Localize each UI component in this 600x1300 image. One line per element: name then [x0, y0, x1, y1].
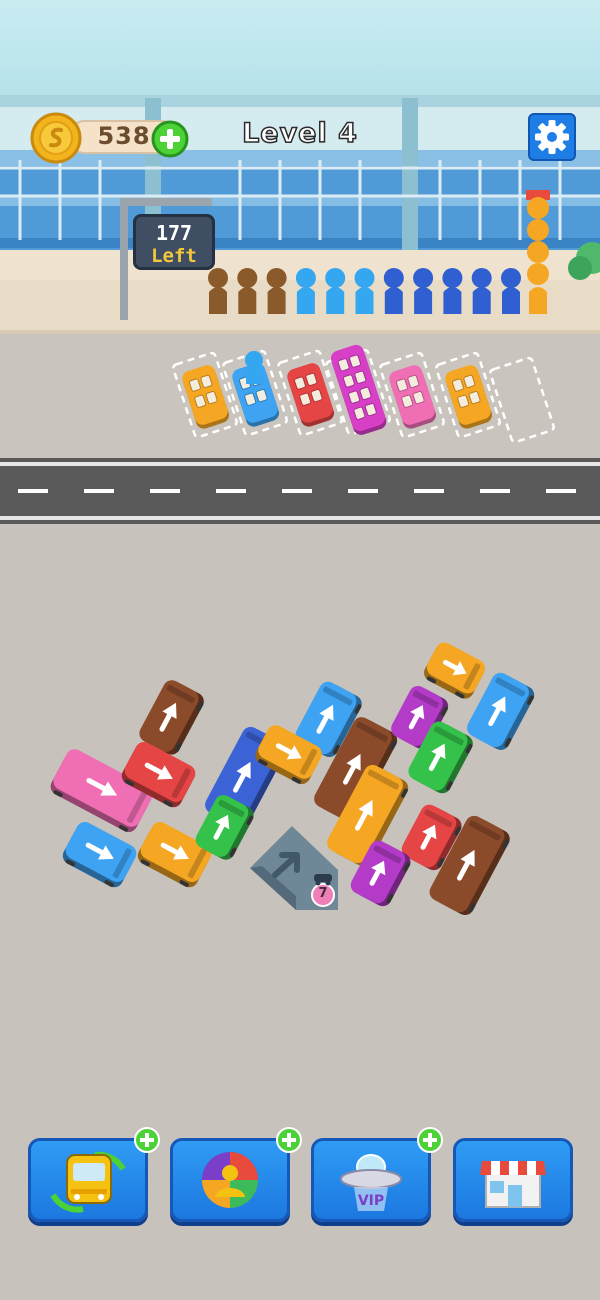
lane-dash	[414, 489, 444, 493]
passenger	[527, 219, 549, 241]
gear-icon	[535, 120, 569, 154]
coin-icon	[30, 112, 82, 164]
lane-dash	[18, 489, 48, 493]
passenger	[295, 268, 316, 314]
vip-label: VIP	[358, 1193, 384, 1209]
shop-icon	[480, 1161, 546, 1208]
passenger	[527, 263, 549, 285]
passenger	[208, 268, 228, 314]
passenger	[237, 268, 258, 314]
people-left-count: 177	[155, 221, 193, 245]
shuffle-colors-button[interactable]	[170, 1138, 290, 1222]
waiting-column	[526, 190, 550, 314]
game-scene	[0, 0, 600, 916]
passenger	[383, 268, 404, 314]
passenger	[529, 287, 547, 314]
ufo-vip-icon: VIP	[340, 1154, 402, 1211]
passenger	[325, 268, 346, 314]
passenger	[527, 197, 549, 219]
passenger-queue	[208, 268, 521, 314]
settings-button[interactable]	[528, 113, 576, 161]
passenger	[471, 268, 492, 314]
lane-dash	[480, 489, 510, 493]
add-coins-icon[interactable]	[151, 120, 189, 158]
people-left-sign: 177 Left	[133, 214, 215, 270]
tunnel-count: 7	[318, 886, 328, 901]
plus-icon[interactable]	[275, 1126, 303, 1154]
passenger	[527, 241, 549, 263]
player-avatar-icon	[202, 1152, 258, 1208]
level-title: Level 4	[241, 117, 358, 150]
plus-icon[interactable]	[133, 1126, 161, 1154]
passenger	[501, 268, 521, 314]
lane-dash	[84, 489, 114, 493]
lane-dash	[216, 489, 246, 493]
passenger	[413, 268, 434, 314]
bus-swap-icon	[50, 1151, 126, 1213]
lane-dash	[282, 489, 312, 493]
lane-dash	[150, 489, 180, 493]
lane-dash	[348, 489, 378, 493]
coin-counter: 538	[30, 112, 190, 164]
bus-swap-button[interactable]	[28, 1138, 148, 1222]
passenger	[354, 268, 375, 314]
passenger	[266, 268, 287, 314]
plus-icon[interactable]	[416, 1126, 444, 1154]
lane-markings	[18, 489, 576, 493]
lane-dash	[546, 489, 576, 493]
people-left-label: Left	[151, 245, 197, 267]
shop-button[interactable]	[453, 1138, 573, 1222]
vip-ufo-button[interactable]: VIP	[311, 1138, 431, 1222]
sky	[0, 0, 600, 95]
passenger	[442, 268, 463, 314]
